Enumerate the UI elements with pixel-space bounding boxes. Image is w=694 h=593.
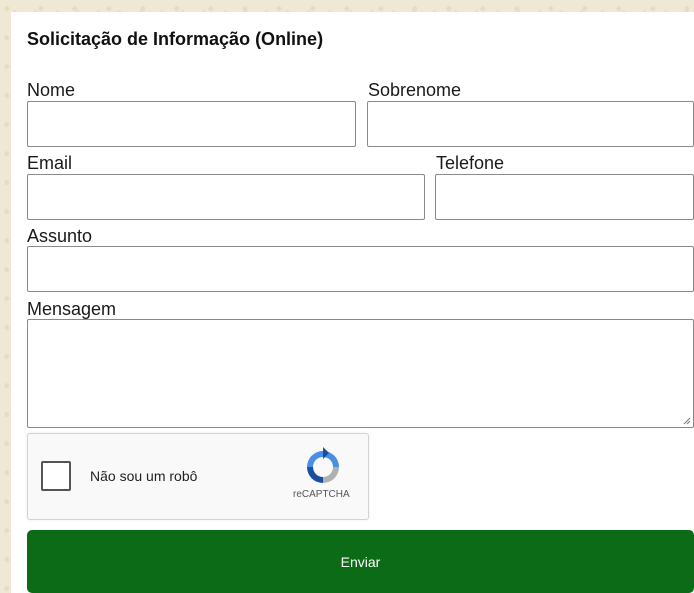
recaptcha-label: Não sou um robô xyxy=(90,468,198,484)
email-input[interactable] xyxy=(27,174,425,220)
contact-form: Solicitação de Informação (Online) Nome … xyxy=(11,12,694,593)
assunto-input[interactable] xyxy=(27,246,694,292)
submit-button[interactable]: Enviar xyxy=(27,530,694,593)
recaptcha-widget: Não sou um robô reCAPTCHA xyxy=(27,433,369,520)
submit-label: Enviar xyxy=(340,553,381,570)
telefone-label: Telefone xyxy=(436,153,505,173)
sobrenome-label: Sobrenome xyxy=(368,80,462,100)
recaptcha-brand: reCAPTCHA xyxy=(293,489,350,500)
mensagem-label: Mensagem xyxy=(27,299,117,319)
recaptcha-checkbox[interactable] xyxy=(41,461,71,491)
mensagem-textarea[interactable] xyxy=(27,319,694,428)
telefone-input[interactable] xyxy=(435,174,694,220)
email-label: Email xyxy=(27,153,73,173)
recaptcha-logo-icon xyxy=(307,447,339,483)
nome-input[interactable] xyxy=(27,101,356,147)
resize-handle-icon[interactable] xyxy=(683,417,691,425)
form-title: Solicitação de Informação (Online) xyxy=(27,29,324,49)
sobrenome-input[interactable] xyxy=(367,101,694,147)
assunto-label: Assunto xyxy=(27,226,93,246)
nome-label: Nome xyxy=(27,80,76,100)
